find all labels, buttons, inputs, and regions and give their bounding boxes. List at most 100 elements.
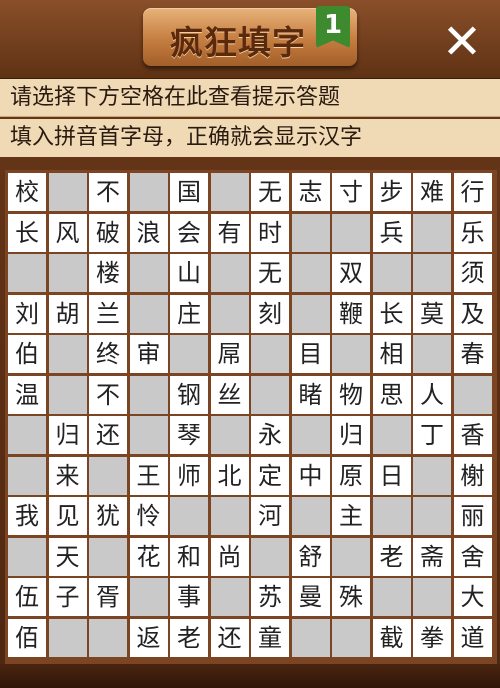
letter-cell[interactable]: 天	[48, 537, 87, 576]
letter-cell[interactable]: 老	[372, 537, 411, 576]
letter-cell[interactable]: 香	[453, 416, 492, 454]
letter-cell[interactable]: 长	[8, 213, 46, 252]
letter-cell[interactable]: 截	[372, 618, 411, 657]
blank-cell[interactable]	[210, 173, 249, 211]
letter-cell[interactable]: 还	[89, 416, 127, 454]
letter-cell[interactable]: 兵	[372, 213, 411, 252]
blank-cell[interactable]	[291, 416, 330, 454]
letter-cell[interactable]: 兰	[89, 294, 127, 333]
blank-cell[interactable]	[48, 335, 87, 373]
letter-cell[interactable]: 无	[251, 173, 289, 211]
letter-cell[interactable]: 定	[251, 456, 289, 495]
blank-cell[interactable]	[8, 254, 46, 292]
letter-cell[interactable]: 山	[170, 254, 208, 292]
blank-cell[interactable]	[413, 254, 451, 292]
blank-cell[interactable]	[413, 456, 451, 495]
letter-cell[interactable]: 我	[8, 497, 46, 535]
blank-cell[interactable]	[413, 335, 451, 373]
blank-cell[interactable]	[129, 254, 168, 292]
letter-cell[interactable]: 乐	[453, 213, 492, 252]
letter-cell[interactable]: 温	[8, 375, 46, 414]
letter-cell[interactable]: 主	[332, 497, 370, 535]
letter-cell[interactable]: 子	[48, 578, 87, 616]
blank-cell[interactable]	[413, 497, 451, 535]
blank-cell[interactable]	[48, 618, 87, 657]
letter-cell[interactable]: 舒	[291, 537, 330, 576]
letter-cell[interactable]: 人	[413, 375, 451, 414]
letter-cell[interactable]: 归	[332, 416, 370, 454]
blank-cell[interactable]	[89, 537, 127, 576]
letter-cell[interactable]: 返	[129, 618, 168, 657]
letter-cell[interactable]: 童	[251, 618, 289, 657]
blank-cell[interactable]	[129, 375, 168, 414]
blank-cell[interactable]	[8, 456, 46, 495]
letter-cell[interactable]: 师	[170, 456, 208, 495]
blank-cell[interactable]	[48, 254, 87, 292]
letter-cell[interactable]: 庄	[170, 294, 208, 333]
letter-cell[interactable]: 大	[453, 578, 492, 616]
letter-cell[interactable]: 归	[48, 416, 87, 454]
blank-cell[interactable]	[251, 375, 289, 414]
letter-cell[interactable]: 睹	[291, 375, 330, 414]
letter-cell[interactable]: 丽	[453, 497, 492, 535]
letter-cell[interactable]: 有	[210, 213, 249, 252]
letter-cell[interactable]: 伍	[8, 578, 46, 616]
blank-cell[interactable]	[129, 578, 168, 616]
letter-cell[interactable]: 道	[453, 618, 492, 657]
letter-cell[interactable]: 破	[89, 213, 127, 252]
letter-cell[interactable]: 中	[291, 456, 330, 495]
blank-cell[interactable]	[210, 294, 249, 333]
blank-cell[interactable]	[332, 537, 370, 576]
letter-cell[interactable]: 刘	[8, 294, 46, 333]
blank-cell[interactable]	[210, 497, 249, 535]
letter-cell[interactable]: 见	[48, 497, 87, 535]
close-button[interactable]: ✕	[436, 16, 488, 68]
blank-cell[interactable]	[210, 254, 249, 292]
letter-cell[interactable]: 志	[291, 173, 330, 211]
letter-cell[interactable]: 事	[170, 578, 208, 616]
blank-cell[interactable]	[413, 213, 451, 252]
letter-cell[interactable]: 难	[413, 173, 451, 211]
letter-cell[interactable]: 曼	[291, 578, 330, 616]
letter-cell[interactable]: 拳	[413, 618, 451, 657]
letter-cell[interactable]: 春	[453, 335, 492, 373]
letter-cell[interactable]: 丁	[413, 416, 451, 454]
letter-cell[interactable]: 校	[8, 173, 46, 211]
blank-cell[interactable]	[251, 335, 289, 373]
blank-cell[interactable]	[8, 416, 46, 454]
letter-cell[interactable]: 钢	[170, 375, 208, 414]
letter-cell[interactable]: 和	[170, 537, 208, 576]
blank-cell[interactable]	[210, 416, 249, 454]
letter-cell[interactable]: 莫	[413, 294, 451, 333]
blank-cell[interactable]	[170, 335, 208, 373]
blank-cell[interactable]	[372, 254, 411, 292]
letter-cell[interactable]: 河	[251, 497, 289, 535]
blank-cell[interactable]	[129, 173, 168, 211]
letter-cell[interactable]: 物	[332, 375, 370, 414]
blank-cell[interactable]	[332, 213, 370, 252]
letter-cell[interactable]: 寸	[332, 173, 370, 211]
letter-cell[interactable]: 步	[372, 173, 411, 211]
blank-cell[interactable]	[8, 537, 46, 576]
letter-cell[interactable]: 琴	[170, 416, 208, 454]
letter-cell[interactable]: 会	[170, 213, 208, 252]
letter-cell[interactable]: 刻	[251, 294, 289, 333]
letter-cell[interactable]: 来	[48, 456, 87, 495]
letter-cell[interactable]: 目	[291, 335, 330, 373]
letter-cell[interactable]: 苏	[251, 578, 289, 616]
letter-cell[interactable]: 怜	[129, 497, 168, 535]
letter-cell[interactable]: 须	[453, 254, 492, 292]
letter-cell[interactable]: 永	[251, 416, 289, 454]
letter-cell[interactable]: 伯	[8, 335, 46, 373]
letter-cell[interactable]: 丝	[210, 375, 249, 414]
letter-cell[interactable]: 胡	[48, 294, 87, 333]
blank-cell[interactable]	[291, 497, 330, 535]
blank-cell[interactable]	[413, 578, 451, 616]
letter-cell[interactable]: 无	[251, 254, 289, 292]
blank-cell[interactable]	[372, 416, 411, 454]
letter-cell[interactable]: 舍	[453, 537, 492, 576]
letter-cell[interactable]: 胥	[89, 578, 127, 616]
letter-cell[interactable]: 鞭	[332, 294, 370, 333]
blank-cell[interactable]	[291, 213, 330, 252]
letter-cell[interactable]: 王	[129, 456, 168, 495]
